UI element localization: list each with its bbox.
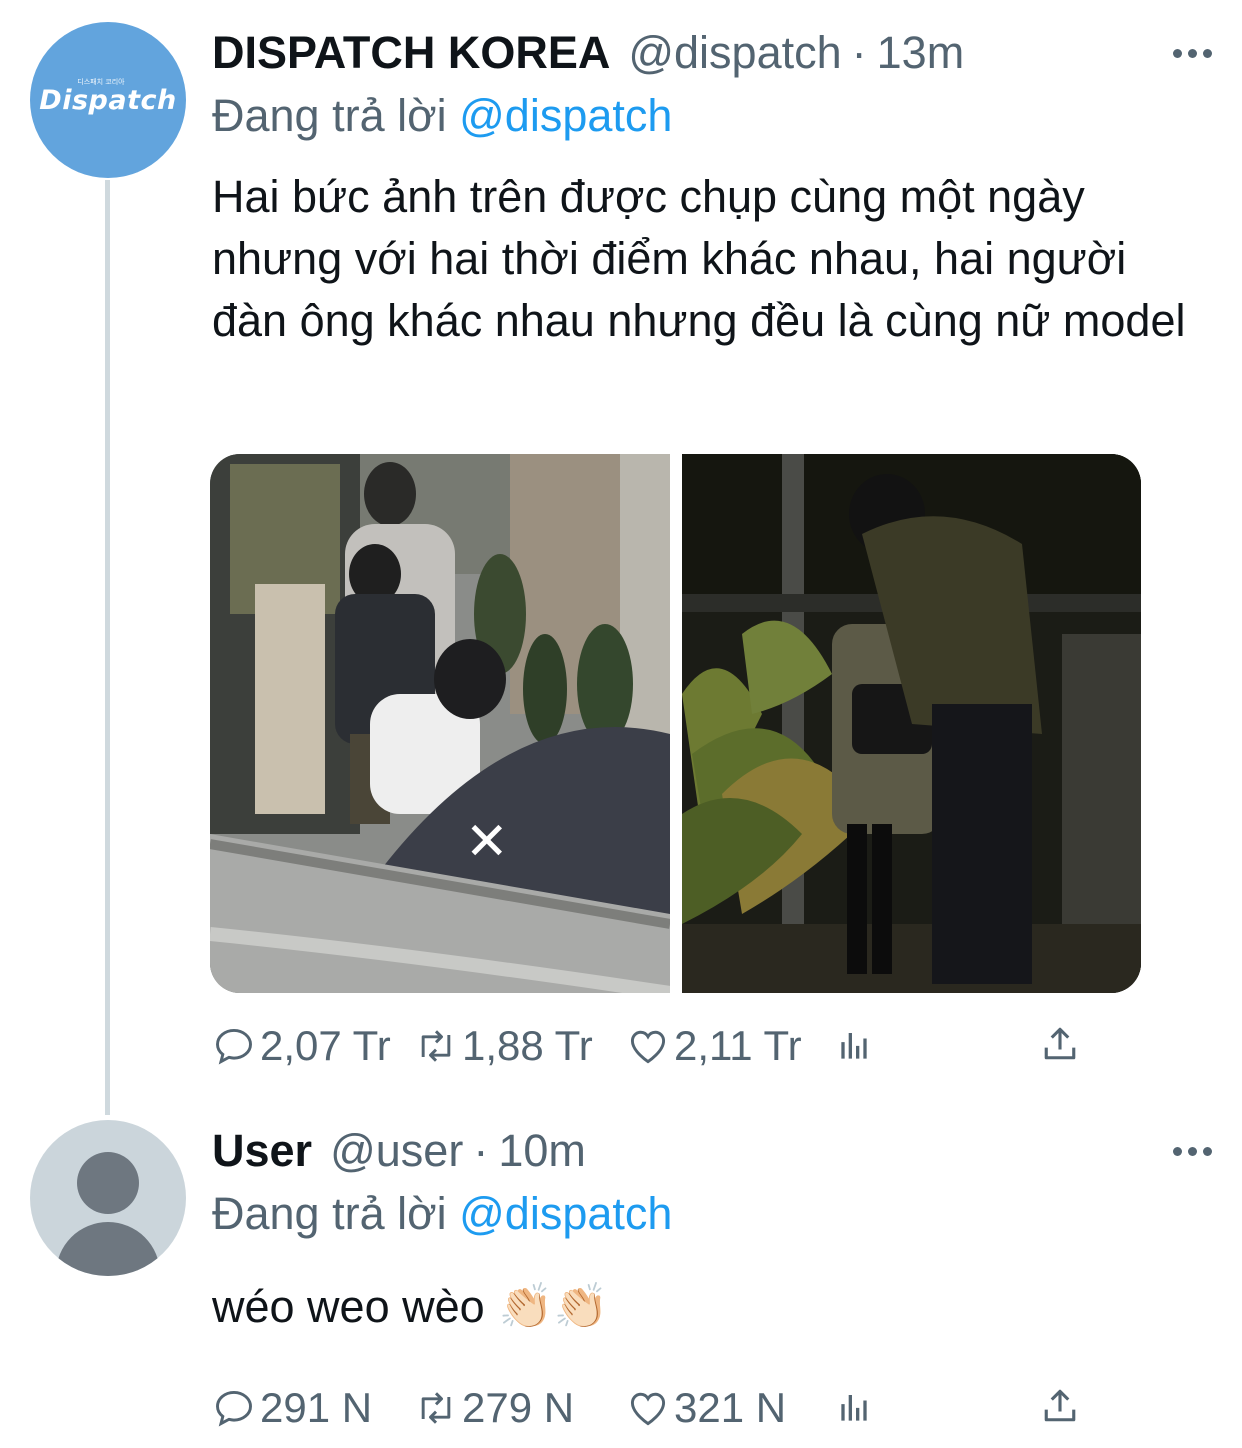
like-icon <box>630 1030 666 1064</box>
analytics-icon <box>841 1033 867 1059</box>
avatar-user[interactable] <box>30 1120 186 1276</box>
like-icon <box>630 1392 666 1426</box>
separator: · <box>851 27 867 78</box>
analytics-button[interactable] <box>832 1384 876 1428</box>
reply-count: 291 N <box>260 1384 373 1431</box>
retweet-button[interactable]: 1,88 Tr <box>414 1022 593 1070</box>
default-avatar-head <box>77 1152 139 1214</box>
tweet-header: User @user · 10m <box>212 1125 586 1177</box>
like-count: 2,11 Tr <box>674 1022 802 1069</box>
timestamp[interactable]: 10m <box>498 1125 586 1177</box>
thread-line <box>105 180 110 1115</box>
share-button[interactable] <box>1038 1022 1082 1066</box>
display-name[interactable]: DISPATCH KOREA <box>212 27 610 79</box>
display-name[interactable]: User <box>212 1125 312 1177</box>
more-icon[interactable] <box>1173 49 1212 58</box>
dispatch-logo-subtext: 디스패치 코리아 <box>77 77 125 86</box>
share-icon <box>1044 1027 1076 1060</box>
more-icon[interactable] <box>1173 1147 1212 1156</box>
dispatch-logo-text: Dispatch <box>39 84 177 116</box>
tweet-header: DISPATCH KOREA @dispatch · 13m <box>212 27 965 79</box>
tweet-text: Hai bức ảnh trên được chụp cùng một ngày… <box>212 171 1186 346</box>
photo-daytime-couple[interactable]: ✕ <box>210 454 670 993</box>
like-button[interactable]: 2,11 Tr <box>626 1022 802 1070</box>
reply-icon <box>216 1390 252 1427</box>
replying-to: Đang trả lời @dispatch <box>212 1188 672 1240</box>
retweet-count: 279 N <box>462 1384 575 1431</box>
analytics-icon <box>841 1395 867 1421</box>
retweet-button[interactable]: 279 N <box>414 1384 574 1432</box>
separator: · <box>473 1125 489 1176</box>
media-grid[interactable]: ✕ <box>210 454 1141 993</box>
tweet-text-body: wéo weo wèo <box>212 1281 485 1332</box>
user-handle[interactable]: @dispatch <box>628 27 841 79</box>
default-avatar-body <box>56 1222 160 1276</box>
retweet-icon <box>421 1392 451 1424</box>
timestamp[interactable]: 13m <box>877 27 965 79</box>
avatar-dispatch[interactable]: Dispatch 디스패치 코리아 <box>30 22 186 178</box>
share-icon <box>1044 1389 1076 1422</box>
dispatch-logo: Dispatch 디스패치 코리아 <box>39 78 177 116</box>
replying-to: Đang trả lời @dispatch <box>212 90 672 142</box>
like-count: 321 N <box>674 1384 787 1431</box>
reply-button[interactable]: 291 N <box>212 1384 372 1432</box>
tweet-actions: 2,07 Tr 1,88 Tr 2,11 Tr <box>212 1022 1112 1072</box>
share-button[interactable] <box>1038 1384 1082 1428</box>
photo-2-illustration <box>682 454 1141 993</box>
replying-prefix: Đang trả lời <box>212 1188 447 1239</box>
reply-icon <box>216 1028 252 1065</box>
tweet-text: wéo weo wèo 👏🏻👏🏻 <box>212 1276 1212 1338</box>
retweet-count: 1,88 Tr <box>462 1022 593 1069</box>
replying-prefix: Đang trả lời <box>212 90 447 141</box>
analytics-button[interactable] <box>832 1022 876 1066</box>
umbrella-logo: ✕ <box>465 812 509 872</box>
replying-mention[interactable]: @dispatch <box>459 90 672 141</box>
reply-count: 2,07 Tr <box>260 1022 391 1069</box>
like-button[interactable]: 321 N <box>626 1384 786 1432</box>
replying-mention[interactable]: @dispatch <box>459 1188 672 1239</box>
reply-button[interactable]: 2,07 Tr <box>212 1022 391 1070</box>
retweet-icon <box>421 1030 451 1062</box>
tweet-actions: 291 N 279 N 321 N <box>212 1384 1112 1434</box>
user-handle[interactable]: @user <box>330 1125 463 1177</box>
clapping-hands-emoji: 👏🏻👏🏻 <box>498 1282 609 1331</box>
photo-1-illustration: ✕ <box>210 454 670 993</box>
photo-night-couple[interactable] <box>682 454 1141 993</box>
